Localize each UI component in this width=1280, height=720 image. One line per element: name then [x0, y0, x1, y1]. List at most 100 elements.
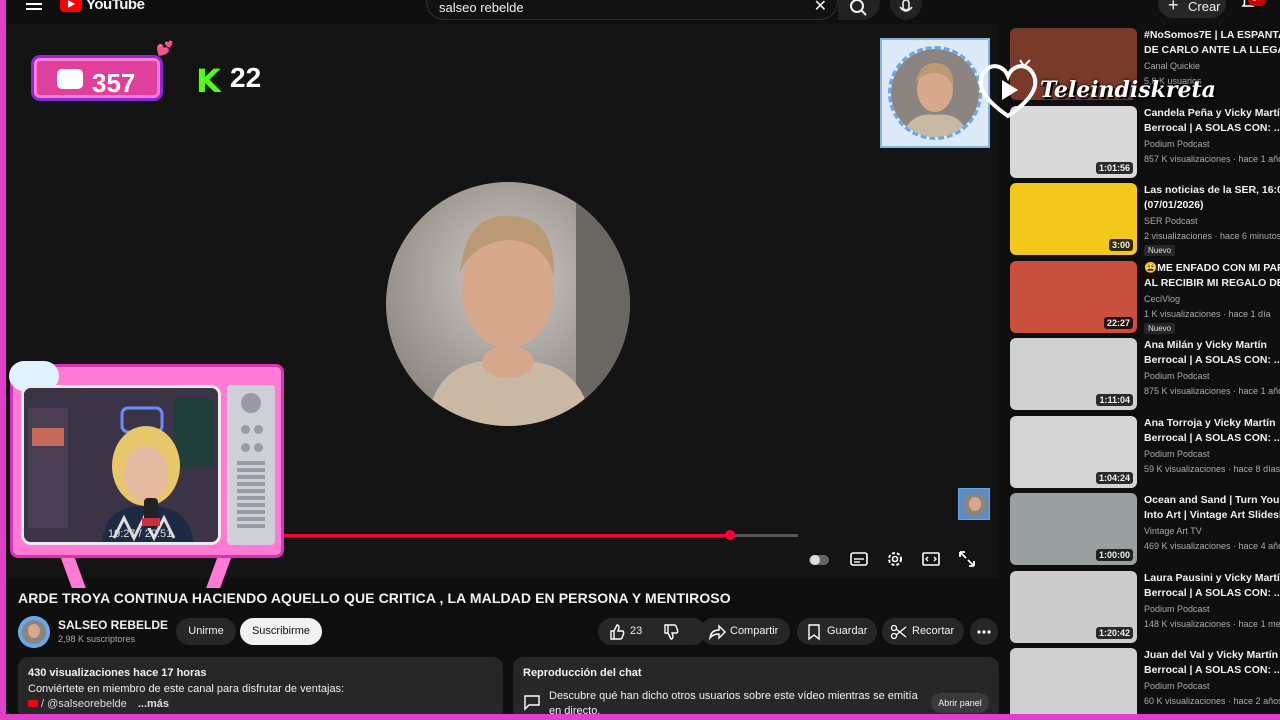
- title-line: 😩ME ENFADO CON MI PAREJA: [1144, 262, 1280, 274]
- subscriber-count: 2,98 K suscriptores: [58, 634, 136, 644]
- title-line: AL RECIBIR MI REGALO DE ...: [1144, 277, 1280, 289]
- channel-name[interactable]: SALSEO REBELDE: [58, 618, 168, 632]
- channel-logo-image: [888, 46, 982, 140]
- recommended-video-title[interactable]: #NoSomos7E | LA ESPANTADA DE CARLO ANTE L…: [1144, 28, 1280, 58]
- recommended-video-title[interactable]: Las noticias de la SER, 16:00 (07/01/2026…: [1144, 183, 1280, 213]
- recommended-channel-name[interactable]: Podium Podcast: [1144, 604, 1210, 614]
- video-thumbnail[interactable]: 3:00: [1010, 183, 1137, 255]
- top-bar: YouTube salseo rebelde ✕ + Crear 9+: [0, 0, 1280, 20]
- new-badge: Nuevo: [1144, 323, 1176, 334]
- new-badge: Nuevo: [1144, 245, 1176, 256]
- recommended-video[interactable]: 22:27 😩ME ENFADO CON MI PAREJA AL RECIBIR …: [1010, 261, 1280, 334]
- title-line: Berrocal | A SOLAS CON: ...: [1144, 354, 1280, 366]
- more-horizontal-icon: [977, 630, 991, 634]
- video-duration: 1:00:00: [1095, 549, 1133, 561]
- heart-play-logo-icon: [978, 59, 1038, 119]
- title-line: #NoSomos7E | LA ESPANTADA: [1144, 29, 1280, 41]
- time-display: 19:27 / 20:51: [108, 528, 173, 540]
- tv-knob-icon: [241, 393, 261, 413]
- clip-button[interactable]: Recortar: [882, 618, 964, 645]
- recommended-channel-name[interactable]: Podium Podcast: [1144, 371, 1210, 381]
- channel-avatar[interactable]: [18, 616, 50, 648]
- progress-scrubber[interactable]: [725, 530, 735, 540]
- recommended-video-meta: 60 K visualizaciones · hace 2 años: [1144, 696, 1280, 706]
- recommended-video-meta: 469 K visualizaciones · hace 4 años: [1144, 541, 1280, 551]
- hamburger-menu-icon[interactable]: [26, 0, 42, 12]
- youtube-play-icon: [60, 0, 82, 12]
- join-button[interactable]: Unirme: [176, 618, 236, 645]
- autoplay-toggle-icon[interactable]: [808, 548, 830, 570]
- search-icon: [850, 0, 867, 16]
- more-actions-button[interactable]: [970, 618, 998, 645]
- voice-search-button[interactable]: [890, 0, 922, 20]
- subtitles-icon[interactable]: [848, 548, 870, 570]
- theater-mode-icon[interactable]: [920, 548, 942, 570]
- search-button[interactable]: [838, 0, 880, 20]
- recommended-video-title[interactable]: 😩ME ENFADO CON MI PAREJA AL RECIBIR MI RE…: [1144, 261, 1280, 291]
- video-thumbnail[interactable]: 1:11:04: [1010, 338, 1137, 410]
- video-thumbnail[interactable]: [1010, 648, 1137, 720]
- recommended-video-meta: 2 visualizaciones · hace 6 minutos: [1144, 231, 1280, 241]
- view-stats: 430 visualizaciones hace 17 horas: [28, 667, 207, 679]
- search-input[interactable]: salseo rebelde ✕: [426, 0, 838, 20]
- recommended-video[interactable]: Juan del Val y Vicky Martín Berrocal | A …: [1010, 648, 1280, 720]
- recommended-video[interactable]: 1:11:04 Ana Milán y Vicky Martín Berrocal …: [1010, 338, 1280, 410]
- chat-replay-panel: Reproducción del chat Descubre qué han d…: [513, 657, 999, 720]
- save-button[interactable]: Guardar: [797, 618, 877, 645]
- youtube-logo[interactable]: YouTube: [60, 0, 145, 13]
- progress-bar-fill: [276, 534, 730, 537]
- recommended-video[interactable]: 1:20:42 Laura Pausini y Vicky Martín Berro…: [1010, 571, 1280, 643]
- microphone-icon: [899, 0, 913, 12]
- like-icon[interactable]: [608, 623, 626, 641]
- recommended-video-title[interactable]: Juan del Val y Vicky Martín Berrocal | A …: [1144, 648, 1280, 678]
- video-thumbnail[interactable]: 1:00:00: [1010, 493, 1137, 565]
- recommended-video-title[interactable]: Ana Torroja y Vicky Martín Berrocal | A S…: [1144, 416, 1280, 446]
- title-line: Juan del Val y Vicky Martín: [1144, 649, 1279, 661]
- title-line: DE CARLO ANTE LA LLEGADA: [1144, 44, 1280, 56]
- share-button[interactable]: Compartir: [700, 618, 790, 645]
- recommended-channel-name[interactable]: CeciVlog: [1144, 294, 1180, 304]
- video-duration: 1:04:24: [1095, 472, 1133, 484]
- title-line: Laura Pausini y Vicky Martín: [1144, 572, 1280, 584]
- create-button[interactable]: + Crear: [1158, 0, 1226, 18]
- recommended-channel-name[interactable]: Podium Podcast: [1144, 139, 1210, 149]
- recommended-video-title[interactable]: Laura Pausini y Vicky Martín Berrocal | A…: [1144, 571, 1280, 601]
- clear-search-icon[interactable]: ✕: [814, 0, 827, 16]
- recommended-channel-name[interactable]: Vintage Art TV: [1144, 526, 1202, 536]
- recommended-video-title[interactable]: Ocean and Sand | Turn Your TV Into Art | …: [1144, 493, 1280, 523]
- subscribe-button[interactable]: Suscribirme: [240, 618, 322, 645]
- search-query[interactable]: salseo rebelde: [439, 0, 524, 15]
- dislike-icon[interactable]: [662, 623, 680, 641]
- recommended-channel-name[interactable]: SER Podcast: [1144, 216, 1198, 226]
- title-line: Berrocal | A SOLAS CON: ...: [1144, 664, 1280, 676]
- video-thumbnail[interactable]: 1:04:24: [1010, 416, 1137, 488]
- recommended-video-meta: 857 K visualizaciones · hace 1 año: [1144, 154, 1280, 164]
- title-line: (07/01/2026): [1144, 199, 1204, 211]
- stream-frame-left: [0, 0, 6, 720]
- channel-watermark-icon[interactable]: [958, 488, 990, 520]
- fullscreen-icon[interactable]: [956, 548, 978, 570]
- recommended-video[interactable]: 1:00:00 Ocean and Sand | Turn Your TV Into…: [1010, 493, 1280, 565]
- chat-bubble-icon: [57, 69, 83, 89]
- channel-handle-link[interactable]: / @salseorebelde: [41, 698, 127, 710]
- title-line: Las noticias de la SER, 16:00: [1144, 184, 1280, 196]
- guest-portrait: [386, 182, 630, 426]
- recommended-video-meta: 1 K visualizaciones · hace 1 día: [1144, 309, 1271, 319]
- title-line: Berrocal | A SOLAS CON: ...: [1144, 122, 1280, 134]
- settings-gear-icon[interactable]: [884, 548, 906, 570]
- video-thumbnail[interactable]: 22:27: [1010, 261, 1137, 333]
- recommended-channel-name[interactable]: Podium Podcast: [1144, 681, 1210, 691]
- description-panel[interactable]: 430 visualizaciones hace 17 horas Convié…: [18, 657, 503, 720]
- open-chat-button[interactable]: Abrir panel: [931, 693, 989, 713]
- recommended-video[interactable]: 3:00 Las noticias de la SER, 16:00 (07/01/…: [1010, 183, 1280, 256]
- stream-frame-bottom: [0, 714, 1280, 720]
- video-duration: 1:01:56: [1095, 162, 1133, 174]
- video-duration: 1:20:42: [1095, 627, 1133, 639]
- title-line: Berrocal | A SOLAS CON: ...: [1144, 587, 1280, 599]
- description-link-row: / @salseorebelde ...más: [28, 698, 169, 710]
- show-more-link[interactable]: ...más: [138, 698, 169, 710]
- recommended-video[interactable]: 1:04:24 Ana Torroja y Vicky Martín Berroca…: [1010, 416, 1280, 488]
- recommended-channel-name[interactable]: Podium Podcast: [1144, 449, 1210, 459]
- video-thumbnail[interactable]: 1:20:42: [1010, 571, 1137, 643]
- recommended-video-title[interactable]: Ana Milán y Vicky Martín Berrocal | A SOL…: [1144, 338, 1280, 368]
